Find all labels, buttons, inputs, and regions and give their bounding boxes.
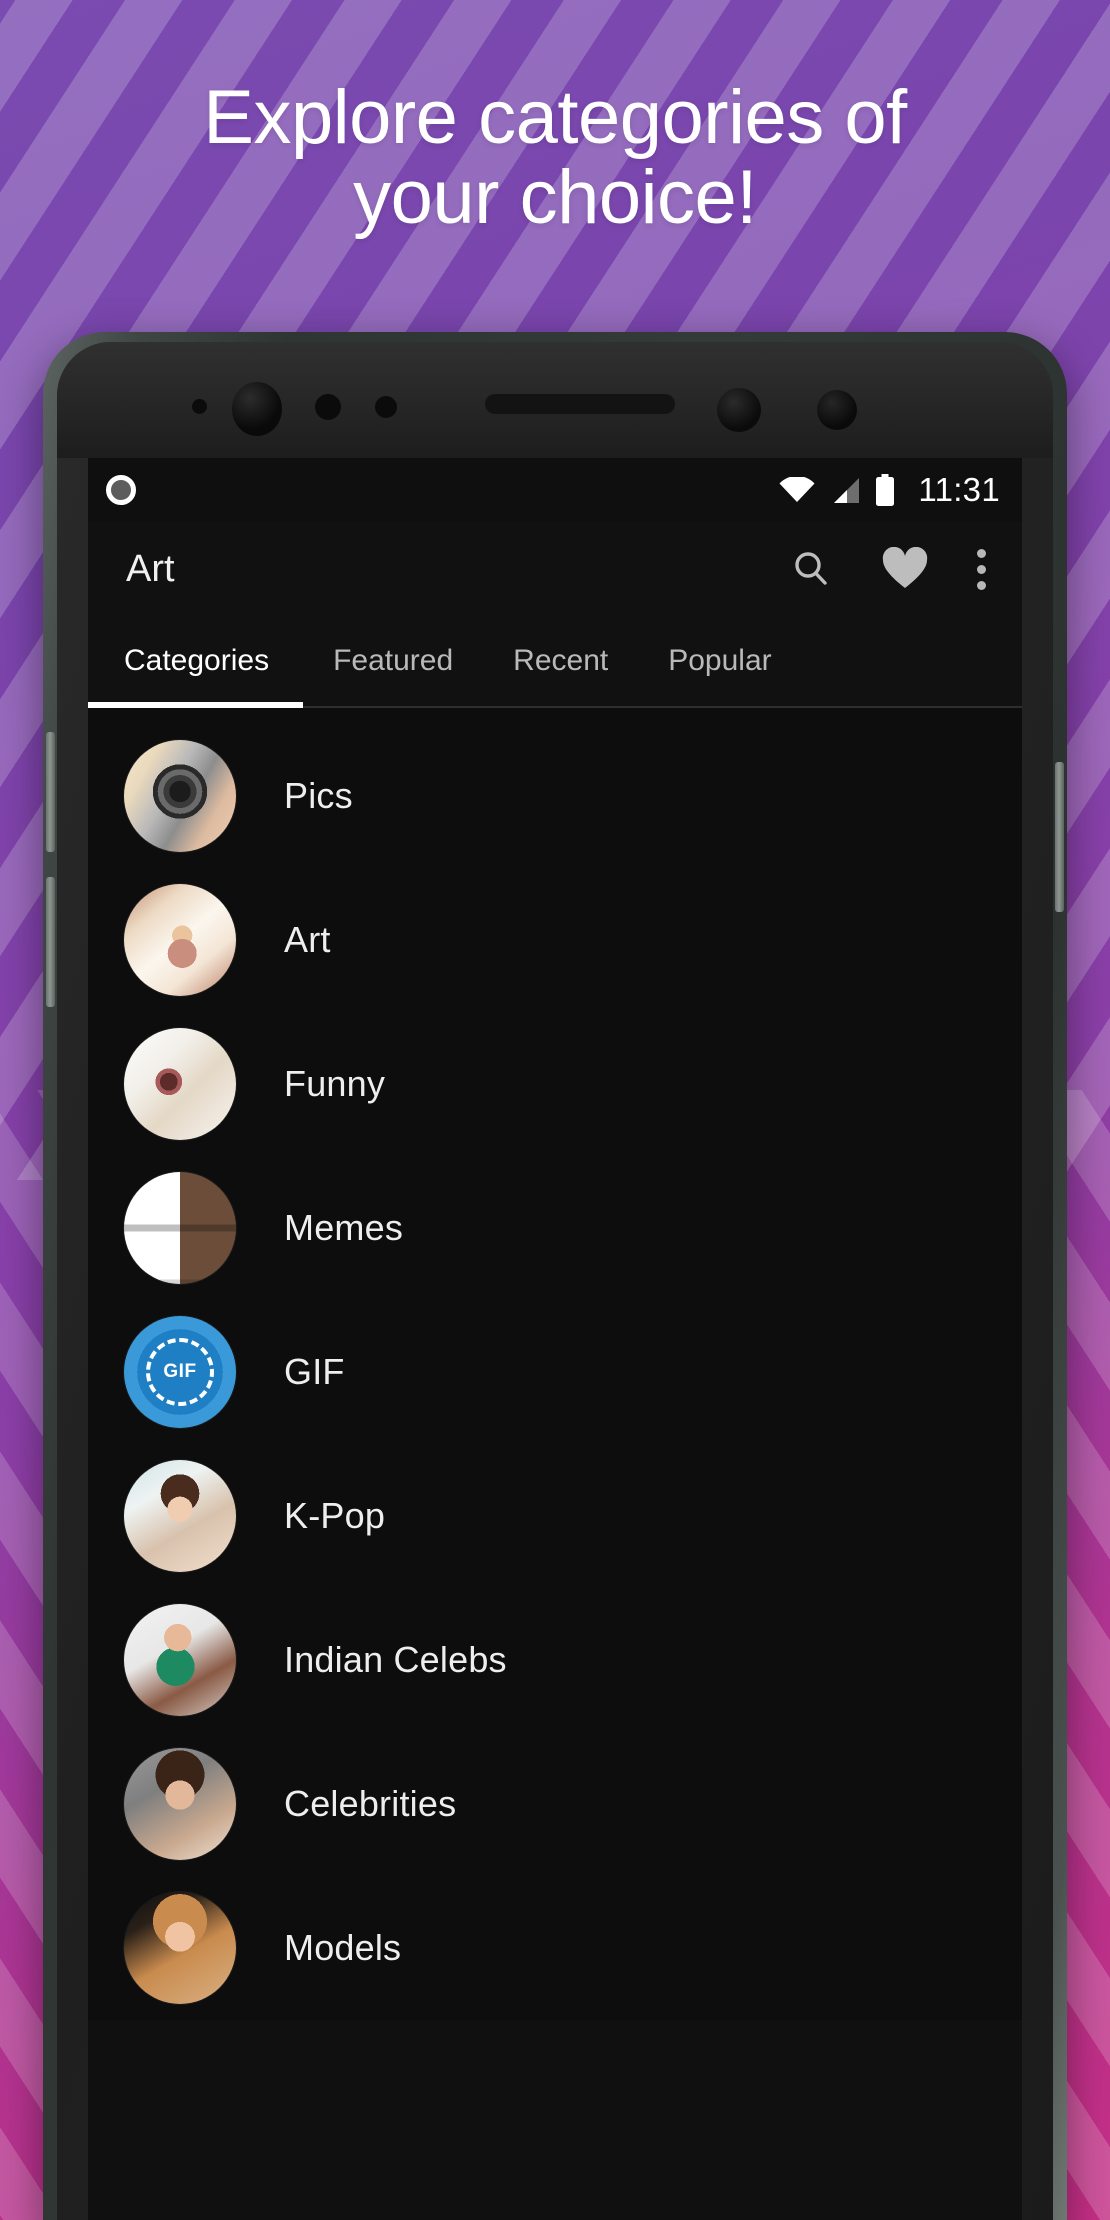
status-bar: 11:31	[88, 458, 1022, 522]
proximity-sensor-icon	[192, 399, 207, 414]
list-item-label: Funny	[284, 1063, 386, 1104]
search-icon[interactable]	[789, 547, 833, 591]
list-item[interactable]: Models	[88, 1876, 1022, 2020]
headline-line-1: Explore categories of	[203, 75, 907, 160]
volume-down-button[interactable]	[46, 877, 55, 1007]
list-item-label: Models	[284, 1927, 402, 1968]
list-item[interactable]: Funny	[88, 1012, 1022, 1156]
more-vertical-icon[interactable]	[977, 548, 986, 590]
gif-badge-label: GIF	[163, 1361, 197, 1382]
headline-line-2: your choice!	[353, 154, 757, 240]
meme-collage-thumb	[124, 1172, 236, 1284]
tab-featured[interactable]: Featured	[303, 616, 483, 706]
list-item-label: Pics	[284, 775, 353, 816]
category-list[interactable]: Pics Art Funny Memes GIF GIF K-Pop India…	[88, 708, 1022, 2020]
app-bar-actions	[789, 547, 1000, 591]
wifi-icon	[779, 477, 815, 503]
tab-bar: Categories Featured Recent Popular	[88, 616, 1022, 708]
battery-full-icon	[875, 474, 895, 506]
camera-lens-thumb	[124, 740, 236, 852]
tertiary-sensor-icon	[817, 390, 857, 430]
list-item[interactable]: Indian Celebs	[88, 1588, 1022, 1732]
gif-badge-thumb: GIF	[124, 1316, 236, 1428]
page-title: Art	[126, 547, 175, 590]
kpop-idol-thumb	[124, 1460, 236, 1572]
list-item-label: Art	[284, 919, 331, 960]
list-item[interactable]: K-Pop	[88, 1444, 1022, 1588]
tab-label: Featured	[333, 644, 454, 677]
tab-label: Recent	[513, 644, 609, 677]
model-portrait-thumb	[124, 1892, 236, 2004]
list-item-label: Indian Celebs	[284, 1639, 507, 1680]
tab-label: Categories	[124, 644, 270, 677]
light-sensor-icon	[315, 394, 341, 420]
illustration-portrait-thumb	[124, 884, 236, 996]
list-item-label: Memes	[284, 1207, 404, 1248]
phone-top-bezel	[57, 342, 1053, 458]
celebrity-portrait-thumb	[124, 1748, 236, 1860]
list-item[interactable]: Celebrities	[88, 1732, 1022, 1876]
list-item[interactable]: Art	[88, 868, 1022, 1012]
tab-label: Popular	[668, 644, 772, 677]
list-item[interactable]: Memes	[88, 1156, 1022, 1300]
phone-mockup: 11:31 Art Categories Featured Recent Pop…	[43, 332, 1067, 2220]
status-bar-left	[106, 475, 136, 505]
volume-up-button[interactable]	[46, 732, 55, 852]
list-item-label: GIF	[284, 1351, 345, 1392]
list-item[interactable]: Pics	[88, 724, 1022, 868]
indian-celeb-thumb	[124, 1604, 236, 1716]
earpiece-speaker	[485, 394, 675, 414]
cellular-signal-icon	[830, 477, 860, 504]
list-item-label: K-Pop	[284, 1495, 386, 1536]
list-item-label: Celebrities	[284, 1783, 457, 1824]
tab-popular[interactable]: Popular	[638, 616, 801, 706]
laughing-dog-thumb	[124, 1028, 236, 1140]
list-item[interactable]: GIF GIF	[88, 1300, 1022, 1444]
status-bar-right: 11:31	[779, 471, 1000, 509]
phone-body: 11:31 Art Categories Featured Recent Pop…	[57, 342, 1053, 2220]
promo-background: Explore categories of your choice! 11:31…	[0, 0, 1110, 2220]
status-bar-clock: 11:31	[918, 471, 1000, 508]
phone-screen: 11:31 Art Categories Featured Recent Pop…	[88, 458, 1022, 2220]
circle-notification-icon	[106, 475, 136, 505]
tab-categories[interactable]: Categories	[88, 616, 304, 708]
gif-ring-icon: GIF	[146, 1338, 214, 1406]
secondary-camera-icon	[717, 388, 761, 432]
app-bar: Art	[88, 522, 1022, 616]
tab-recent[interactable]: Recent	[483, 616, 638, 706]
iris-sensor-icon	[375, 396, 397, 418]
heart-icon[interactable]	[881, 547, 929, 591]
front-camera-icon	[232, 382, 282, 436]
promo-headline: Explore categories of your choice!	[0, 78, 1110, 238]
power-button[interactable]	[1055, 762, 1064, 912]
